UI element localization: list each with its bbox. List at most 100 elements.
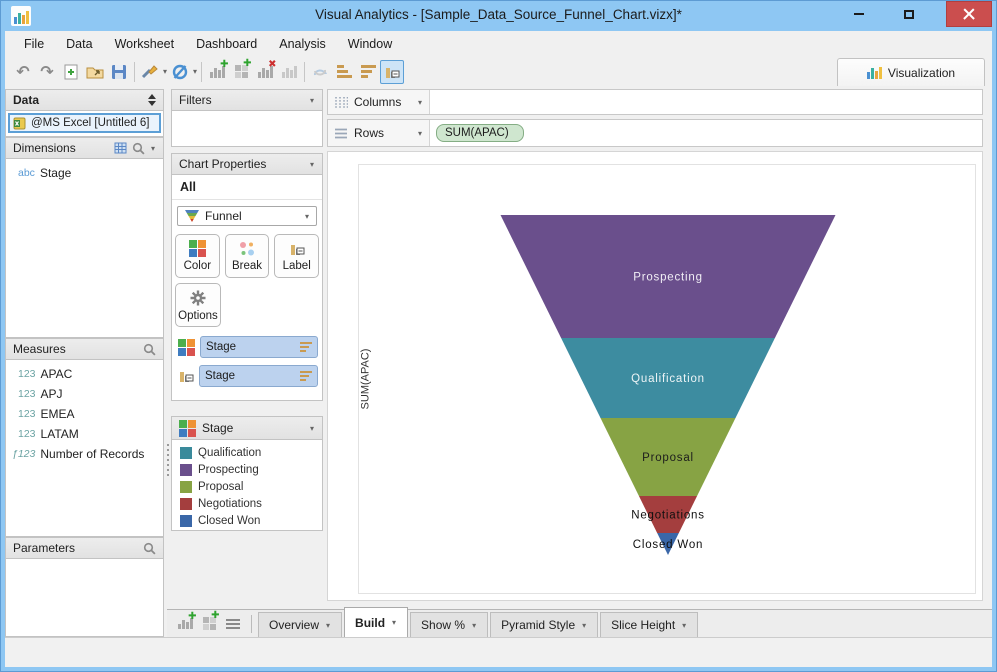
menu-dashboard[interactable]: Dashboard xyxy=(185,33,268,55)
plot-area[interactable]: SUM(APAC) Prospecting Qualification Propos… xyxy=(358,164,976,594)
scope-label: All xyxy=(172,175,322,200)
sheet-tab-slice-height[interactable]: Slice Height ▾ xyxy=(600,611,699,638)
new-worksheet-tab-button[interactable]: ✚ xyxy=(173,612,197,636)
chart-properties-header[interactable]: Chart Properties ▾ xyxy=(171,153,323,175)
chevron-down-icon[interactable]: ▾ xyxy=(681,621,687,630)
visualization-tab[interactable]: Visualization xyxy=(837,58,985,86)
chevron-down-icon[interactable]: ▾ xyxy=(581,621,587,630)
duplicate-worksheet-button[interactable] xyxy=(277,60,301,84)
menu-file[interactable]: File xyxy=(13,33,55,55)
duplicate-worksheet-icon xyxy=(281,65,297,78)
sheet-tab-show-percent[interactable]: Show % ▾ xyxy=(410,611,489,638)
save-button[interactable] xyxy=(107,60,131,84)
menu-window[interactable]: Window xyxy=(337,33,403,55)
add-worksheet-button[interactable]: ✚ xyxy=(205,59,229,84)
chevron-down-icon[interactable]: ▾ xyxy=(471,621,477,630)
measure-field-number-of-records[interactable]: ƒ123 Number of Records xyxy=(6,444,163,464)
sort-descending-button[interactable] xyxy=(356,60,380,84)
minimize-button[interactable] xyxy=(844,1,874,27)
options-button[interactable]: Options xyxy=(175,283,221,327)
chevron-down-icon[interactable]: ▾ xyxy=(391,618,397,627)
legend-header[interactable]: Stage ▾ xyxy=(171,416,323,440)
open-button[interactable] xyxy=(83,60,107,84)
status-bar xyxy=(5,637,992,667)
menu-data[interactable]: Data xyxy=(55,33,103,55)
pill-sort-icon[interactable] xyxy=(300,340,312,354)
legend-item-closed-won[interactable]: Closed Won xyxy=(172,512,322,529)
search-icon[interactable] xyxy=(132,142,145,155)
field-type-icon: ƒ123 xyxy=(12,448,36,460)
show-labels-button[interactable] xyxy=(380,59,405,84)
search-icon[interactable] xyxy=(143,343,156,356)
chevron-down-icon[interactable]: ▾ xyxy=(150,144,156,153)
redo-button[interactable]: ↷ xyxy=(35,60,59,84)
rows-pill-sum-apac[interactable]: SUM(APAC) xyxy=(436,124,524,142)
dimensions-header[interactable]: Dimensions ▾ xyxy=(5,137,164,159)
chevron-down-icon[interactable]: ▾ xyxy=(309,96,315,105)
panel-splitter[interactable] xyxy=(164,89,171,603)
chevron-down-icon[interactable]: ▾ xyxy=(309,160,315,169)
menu-worksheet[interactable]: Worksheet xyxy=(104,33,186,55)
label-shelf-pill[interactable]: Stage xyxy=(199,365,318,387)
color-icon xyxy=(188,240,206,257)
undo-icon: ↶ xyxy=(16,63,30,81)
chevron-down-icon[interactable]: ▾ xyxy=(325,621,331,630)
data-panel-title: Data xyxy=(13,93,40,107)
sheet-tab-overview[interactable]: Overview ▾ xyxy=(258,611,343,638)
sheet-tab-pyramid-style[interactable]: Pyramid Style ▾ xyxy=(490,611,599,638)
filters-shelf[interactable] xyxy=(171,111,323,147)
legend-item-negotiations[interactable]: Negotiations xyxy=(172,495,322,512)
search-icon[interactable] xyxy=(143,542,156,555)
title-bar[interactable]: Visual Analytics - [Sample_Data_Source_F… xyxy=(1,1,996,31)
columns-shelf[interactable]: Columns ▾ xyxy=(327,89,983,115)
parameters-header[interactable]: Parameters xyxy=(5,537,164,559)
pill-sort-icon[interactable] xyxy=(300,369,312,383)
delete-worksheet-button[interactable]: ✖ xyxy=(253,59,277,84)
sheet-tab-build[interactable]: Build ▾ xyxy=(344,607,409,637)
data-source-label: @MS Excel [Untitled 6] xyxy=(31,117,150,129)
measure-field-apj[interactable]: 123 APJ xyxy=(6,384,163,404)
measure-field-apac[interactable]: 123 APAC xyxy=(6,364,163,384)
new-worksheet-button[interactable] xyxy=(59,60,83,84)
close-button[interactable] xyxy=(946,1,992,27)
legend-color-icon xyxy=(179,419,196,437)
menu-analysis[interactable]: Analysis xyxy=(268,33,337,55)
maximize-icon xyxy=(904,9,914,19)
data-source-item[interactable]: @MS Excel [Untitled 6] xyxy=(8,113,161,133)
chevron-down-icon[interactable]: ▾ xyxy=(417,129,423,138)
refresh-caret-icon[interactable]: ▾ xyxy=(192,67,198,76)
sort-ascending-button[interactable] xyxy=(332,60,356,84)
rows-shelf[interactable]: Rows ▾ SUM(APAC) xyxy=(327,119,983,147)
data-panel-header[interactable]: Data xyxy=(5,89,164,111)
format-painter-button[interactable] xyxy=(138,60,162,84)
chevron-down-icon[interactable]: ▾ xyxy=(309,424,315,433)
label-icon xyxy=(290,244,305,255)
add-dashboard-button[interactable]: ✚ xyxy=(229,59,253,84)
legend-item-proposal[interactable]: Proposal xyxy=(172,478,322,495)
chart-type-select[interactable]: Funnel ▾ xyxy=(177,206,317,226)
legend-label: Prospecting xyxy=(198,463,259,476)
refresh-button[interactable] xyxy=(168,60,192,84)
break-button-label: Break xyxy=(231,259,263,272)
legend-item-prospecting[interactable]: Prospecting xyxy=(172,461,322,478)
dimension-field-stage[interactable]: abc Stage xyxy=(6,159,163,183)
color-button[interactable]: Color xyxy=(175,234,220,278)
legend-swatch xyxy=(180,514,192,527)
undo-button[interactable]: ↶ xyxy=(11,60,35,84)
open-folder-icon xyxy=(86,67,104,78)
break-button[interactable]: Break xyxy=(224,234,270,278)
measure-field-emea[interactable]: 123 EMEA xyxy=(6,404,163,424)
measures-header[interactable]: Measures xyxy=(5,338,164,360)
maximize-button[interactable] xyxy=(894,1,924,27)
chevron-down-icon[interactable]: ▾ xyxy=(417,98,423,107)
color-shelf-pill[interactable]: Stage xyxy=(200,336,318,358)
swap-axes-button[interactable] xyxy=(308,60,332,84)
view-data-table-icon[interactable] xyxy=(114,142,127,154)
measure-field-latam[interactable]: 123 LATAM xyxy=(6,424,163,444)
sheet-list-button[interactable] xyxy=(221,612,245,636)
label-button[interactable]: Label xyxy=(274,234,320,278)
new-dashboard-tab-button[interactable]: ✚ xyxy=(197,611,221,636)
legend-item-qualification[interactable]: Qualification xyxy=(172,444,322,461)
collapse-expand-icon[interactable] xyxy=(148,94,156,106)
filters-header[interactable]: Filters ▾ xyxy=(171,89,323,111)
